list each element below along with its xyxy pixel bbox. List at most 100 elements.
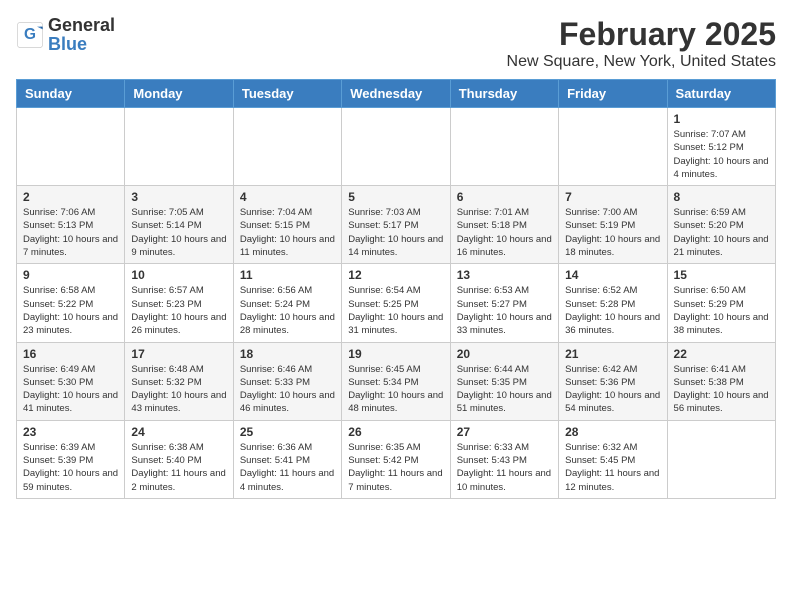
day-info: Sunrise: 6:45 AM Sunset: 5:34 PM Dayligh…	[348, 363, 443, 416]
logo-general-text: General	[48, 15, 115, 35]
calendar-cell	[450, 108, 558, 186]
day-header-tuesday: Tuesday	[233, 80, 341, 108]
calendar-cell	[559, 108, 667, 186]
day-header-thursday: Thursday	[450, 80, 558, 108]
day-number: 25	[240, 425, 335, 439]
calendar-cell	[667, 420, 775, 498]
day-info: Sunrise: 7:04 AM Sunset: 5:15 PM Dayligh…	[240, 206, 335, 259]
day-number: 18	[240, 347, 335, 361]
calendar-cell: 15Sunrise: 6:50 AM Sunset: 5:29 PM Dayli…	[667, 264, 775, 342]
calendar-cell: 3Sunrise: 7:05 AM Sunset: 5:14 PM Daylig…	[125, 186, 233, 264]
calendar-week-row: 23 Sunrise: 6:39 AM Sunset: 5:39 PM Dayli…	[17, 420, 776, 498]
calendar-cell: 27 Sunrise: 6:33 AM Sunset: 5:43 PM Dayli…	[450, 420, 558, 498]
day-number: 10	[131, 268, 226, 282]
day-number: 27	[457, 425, 552, 439]
calendar-cell: 21 Sunrise: 6:42 AM Sunset: 5:36 PM Dayli…	[559, 342, 667, 420]
logo-icon: G	[16, 21, 44, 49]
calendar-cell: 1 Sunrise: 7:07 AM Sunset: 5:12 PM Daylig…	[667, 108, 775, 186]
calendar-header: SundayMondayTuesdayWednesdayThursdayFrid…	[17, 80, 776, 108]
day-info: Sunrise: 6:32 AM Sunset: 5:45 PM Dayligh…	[565, 441, 660, 494]
day-number: 22	[674, 347, 769, 361]
calendar-body: 1 Sunrise: 7:07 AM Sunset: 5:12 PM Daylig…	[17, 108, 776, 499]
day-number: 24	[131, 425, 226, 439]
day-info: Sunrise: 7:07 AM Sunset: 5:12 PM Dayligh…	[674, 128, 769, 181]
day-number: 21	[565, 347, 660, 361]
calendar-cell	[233, 108, 341, 186]
day-number: 1	[674, 112, 769, 126]
day-info: Sunrise: 6:38 AM Sunset: 5:40 PM Dayligh…	[131, 441, 226, 494]
day-header-sunday: Sunday	[17, 80, 125, 108]
calendar-cell: 20Sunrise: 6:44 AM Sunset: 5:35 PM Dayli…	[450, 342, 558, 420]
day-info: Sunrise: 7:00 AM Sunset: 5:19 PM Dayligh…	[565, 206, 660, 259]
calendar-cell	[17, 108, 125, 186]
day-number: 6	[457, 190, 552, 204]
calendar-week-row: 9Sunrise: 6:58 AM Sunset: 5:22 PM Daylig…	[17, 264, 776, 342]
day-number: 16	[23, 347, 118, 361]
day-info: Sunrise: 6:33 AM Sunset: 5:43 PM Dayligh…	[457, 441, 552, 494]
calendar-cell: 6 Sunrise: 7:01 AM Sunset: 5:18 PM Daylig…	[450, 186, 558, 264]
day-number: 15	[674, 268, 769, 282]
calendar-cell: 14 Sunrise: 6:52 AM Sunset: 5:28 PM Dayli…	[559, 264, 667, 342]
calendar-cell: 19 Sunrise: 6:45 AM Sunset: 5:34 PM Dayli…	[342, 342, 450, 420]
day-number: 13	[457, 268, 552, 282]
day-info: Sunrise: 6:36 AM Sunset: 5:41 PM Dayligh…	[240, 441, 335, 494]
day-number: 5	[348, 190, 443, 204]
calendar-cell: 24 Sunrise: 6:38 AM Sunset: 5:40 PM Dayli…	[125, 420, 233, 498]
logo-blue-text: Blue	[48, 34, 87, 54]
day-number: 4	[240, 190, 335, 204]
day-number: 8	[674, 190, 769, 204]
day-info: Sunrise: 6:39 AM Sunset: 5:39 PM Dayligh…	[23, 441, 118, 494]
day-header-monday: Monday	[125, 80, 233, 108]
day-info: Sunrise: 6:49 AM Sunset: 5:30 PM Dayligh…	[23, 363, 118, 416]
day-info: Sunrise: 6:42 AM Sunset: 5:36 PM Dayligh…	[565, 363, 660, 416]
day-info: Sunrise: 6:58 AM Sunset: 5:22 PM Dayligh…	[23, 284, 118, 337]
day-info: Sunrise: 6:35 AM Sunset: 5:42 PM Dayligh…	[348, 441, 443, 494]
calendar-cell: 18 Sunrise: 6:46 AM Sunset: 5:33 PM Dayli…	[233, 342, 341, 420]
calendar-cell: 23 Sunrise: 6:39 AM Sunset: 5:39 PM Dayli…	[17, 420, 125, 498]
day-info: Sunrise: 6:46 AM Sunset: 5:33 PM Dayligh…	[240, 363, 335, 416]
calendar-cell: 11 Sunrise: 6:56 AM Sunset: 5:24 PM Dayli…	[233, 264, 341, 342]
calendar-table: SundayMondayTuesdayWednesdayThursdayFrid…	[16, 79, 776, 499]
day-headers-row: SundayMondayTuesdayWednesdayThursdayFrid…	[17, 80, 776, 108]
calendar-week-row: 2 Sunrise: 7:06 AM Sunset: 5:13 PM Daylig…	[17, 186, 776, 264]
day-info: Sunrise: 6:41 AM Sunset: 5:38 PM Dayligh…	[674, 363, 769, 416]
calendar-cell: 4 Sunrise: 7:04 AM Sunset: 5:15 PM Daylig…	[233, 186, 341, 264]
calendar-cell	[125, 108, 233, 186]
day-info: Sunrise: 7:05 AM Sunset: 5:14 PM Dayligh…	[131, 206, 226, 259]
day-number: 26	[348, 425, 443, 439]
day-number: 28	[565, 425, 660, 439]
calendar-cell: 7Sunrise: 7:00 AM Sunset: 5:19 PM Daylig…	[559, 186, 667, 264]
day-number: 14	[565, 268, 660, 282]
page-title: February 2025	[507, 16, 776, 53]
day-header-wednesday: Wednesday	[342, 80, 450, 108]
day-info: Sunrise: 7:01 AM Sunset: 5:18 PM Dayligh…	[457, 206, 552, 259]
calendar-cell: 9Sunrise: 6:58 AM Sunset: 5:22 PM Daylig…	[17, 264, 125, 342]
day-number: 11	[240, 268, 335, 282]
logo: G General Blue	[16, 16, 115, 54]
title-area: February 2025 New Square, New York, Unit…	[507, 16, 776, 71]
svg-text:G: G	[24, 26, 36, 43]
day-info: Sunrise: 6:53 AM Sunset: 5:27 PM Dayligh…	[457, 284, 552, 337]
day-number: 2	[23, 190, 118, 204]
day-info: Sunrise: 7:06 AM Sunset: 5:13 PM Dayligh…	[23, 206, 118, 259]
calendar-cell: 8Sunrise: 6:59 AM Sunset: 5:20 PM Daylig…	[667, 186, 775, 264]
calendar-cell: 25 Sunrise: 6:36 AM Sunset: 5:41 PM Dayli…	[233, 420, 341, 498]
calendar-cell: 5 Sunrise: 7:03 AM Sunset: 5:17 PM Daylig…	[342, 186, 450, 264]
calendar-cell: 28 Sunrise: 6:32 AM Sunset: 5:45 PM Dayli…	[559, 420, 667, 498]
calendar-cell: 10 Sunrise: 6:57 AM Sunset: 5:23 PM Dayli…	[125, 264, 233, 342]
day-number: 12	[348, 268, 443, 282]
calendar-cell	[342, 108, 450, 186]
day-header-friday: Friday	[559, 80, 667, 108]
day-number: 23	[23, 425, 118, 439]
day-info: Sunrise: 6:44 AM Sunset: 5:35 PM Dayligh…	[457, 363, 552, 416]
day-info: Sunrise: 7:03 AM Sunset: 5:17 PM Dayligh…	[348, 206, 443, 259]
calendar-week-row: 1 Sunrise: 7:07 AM Sunset: 5:12 PM Daylig…	[17, 108, 776, 186]
calendar-cell: 16 Sunrise: 6:49 AM Sunset: 5:30 PM Dayli…	[17, 342, 125, 420]
day-info: Sunrise: 6:57 AM Sunset: 5:23 PM Dayligh…	[131, 284, 226, 337]
day-info: Sunrise: 6:56 AM Sunset: 5:24 PM Dayligh…	[240, 284, 335, 337]
calendar-cell: 12Sunrise: 6:54 AM Sunset: 5:25 PM Dayli…	[342, 264, 450, 342]
page-subtitle: New Square, New York, United States	[507, 53, 776, 71]
day-info: Sunrise: 6:52 AM Sunset: 5:28 PM Dayligh…	[565, 284, 660, 337]
calendar-cell: 17Sunrise: 6:48 AM Sunset: 5:32 PM Dayli…	[125, 342, 233, 420]
day-number: 19	[348, 347, 443, 361]
